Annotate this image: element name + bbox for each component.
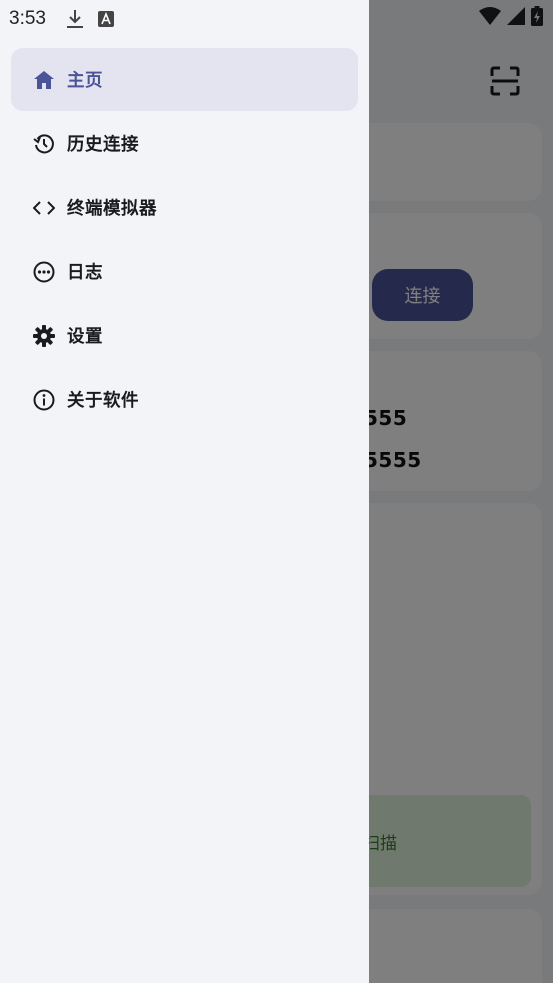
navigation-drawer: 3:53 主页 历史连接 终端模拟器 日志 设置 关于软件 [0, 0, 369, 983]
home-icon [33, 69, 55, 91]
drawer-nav: 主页 历史连接 终端模拟器 日志 设置 关于软件 [11, 48, 358, 432]
nav-label-terminal: 终端模拟器 [67, 199, 157, 219]
wifi-icon [479, 7, 501, 29]
translate-icon [97, 11, 114, 27]
status-bar-right [479, 6, 543, 30]
nav-label-about: 关于软件 [67, 391, 139, 411]
nav-item-settings[interactable]: 设置 [11, 304, 358, 367]
status-bar-left: 3:53 [9, 6, 114, 32]
more-circle-icon [33, 261, 55, 283]
battery-icon [531, 6, 543, 30]
nav-label-settings: 设置 [67, 327, 103, 347]
signal-icon [507, 7, 525, 29]
nav-label-log: 日志 [67, 263, 103, 283]
info-icon [33, 389, 55, 411]
nav-item-history[interactable]: 历史连接 [11, 112, 358, 175]
nav-label-home: 主页 [67, 71, 103, 91]
status-time: 3:53 [9, 8, 46, 29]
nav-item-terminal[interactable]: 终端模拟器 [11, 176, 358, 239]
history-icon [33, 133, 55, 155]
gear-icon [33, 324, 55, 347]
code-icon [33, 197, 55, 219]
nav-label-history: 历史连接 [67, 135, 139, 155]
download-icon [66, 9, 84, 29]
nav-item-log[interactable]: 日志 [11, 240, 358, 303]
nav-item-home[interactable]: 主页 [11, 48, 358, 111]
nav-item-about[interactable]: 关于软件 [11, 368, 358, 431]
